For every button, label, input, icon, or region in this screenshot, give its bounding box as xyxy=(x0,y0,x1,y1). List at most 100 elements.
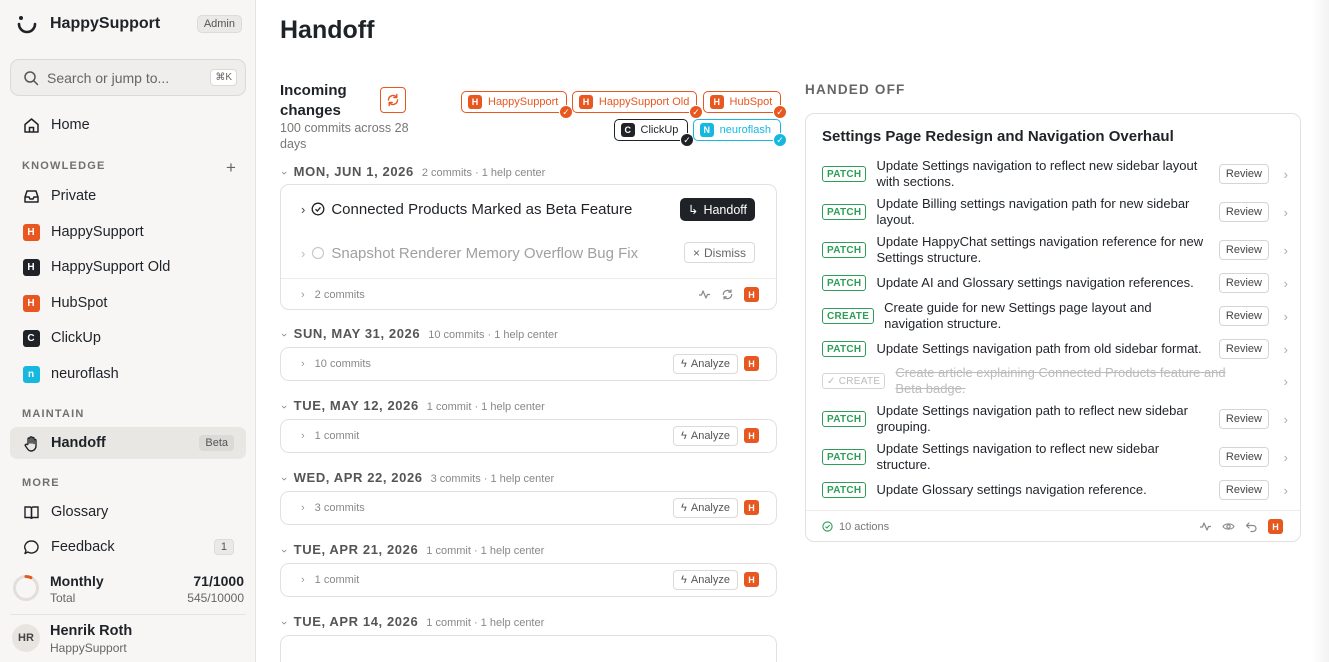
chevron-right-icon[interactable]: › xyxy=(301,502,305,514)
panel-edge-shadow xyxy=(1311,0,1329,662)
chevron-down-icon: › xyxy=(277,171,290,175)
card-footer[interactable]: › 2 commits H xyxy=(281,278,776,310)
day-header[interactable]: › WED, APR 22, 2026 3 commits · 1 help c… xyxy=(278,470,554,485)
usage-progress-ring xyxy=(13,575,39,601)
analyze-button[interactable]: ϟ Analyze xyxy=(673,426,738,446)
bolt-icon: ϟ xyxy=(681,574,687,586)
review-button[interactable]: Review xyxy=(1218,202,1269,222)
chevron-right-icon[interactable]: › xyxy=(1284,483,1288,498)
review-button[interactable]: Review xyxy=(1218,273,1269,293)
commit-summary-row[interactable]: › 10 commits ϟ Analyze H xyxy=(281,348,776,380)
chevron-right-icon[interactable]: › xyxy=(301,430,305,442)
action-row[interactable]: PATCH Update Settings navigation to refl… xyxy=(822,441,1292,473)
action-row[interactable]: PATCH Update Billing settings navigation… xyxy=(822,196,1292,228)
handed-off-title: Settings Page Redesign and Navigation Ov… xyxy=(822,128,1174,145)
action-text: Create article explaining Connected Prod… xyxy=(895,365,1226,396)
search-icon xyxy=(24,70,39,85)
sidebar-item-happysupport-old[interactable]: H HappySupport Old xyxy=(10,251,246,283)
day-header[interactable]: › TUE, APR 21, 2026 1 commit · 1 help ce… xyxy=(278,542,544,557)
search-box[interactable]: ⌘K xyxy=(10,59,246,96)
review-button[interactable]: Review xyxy=(1218,409,1269,429)
commit-summary-row[interactable]: › 3 commits ϟ Analyze H xyxy=(281,492,776,524)
commit-summary-row[interactable]: › 1 commit ϟ Analyze H xyxy=(281,564,776,596)
refresh-button[interactable] xyxy=(380,87,406,113)
chevron-right-icon[interactable]: › xyxy=(301,574,305,586)
activity-icon[interactable] xyxy=(698,288,711,301)
chevron-right-icon[interactable]: › xyxy=(301,289,305,301)
action-row[interactable]: CREATE Create guide for new Settings pag… xyxy=(822,300,1292,332)
chevron-right-icon[interactable]: › xyxy=(1284,412,1288,427)
analyze-button[interactable]: ϟ Analyze xyxy=(673,354,738,374)
chevron-right-icon[interactable]: › xyxy=(1284,374,1288,389)
source-filter-hubspot[interactable]: H HubSpot ✓ xyxy=(703,91,787,119)
review-button[interactable]: Review xyxy=(1218,480,1269,500)
action-text: Update Settings navigation to reflect ne… xyxy=(876,158,1198,189)
chevron-right-icon[interactable]: › xyxy=(301,202,305,217)
action-tag: ✓ CREATE xyxy=(822,373,886,389)
chevron-right-icon[interactable]: › xyxy=(1284,243,1288,258)
action-row[interactable]: PATCH Update Settings navigation path to… xyxy=(822,403,1292,435)
review-button[interactable]: Review xyxy=(1218,164,1269,184)
source-filter-label: neuroflash xyxy=(719,124,771,136)
user-profile[interactable]: HR Henrik Roth HappySupport xyxy=(10,614,246,658)
activity-icon[interactable] xyxy=(1199,520,1212,533)
sidebar-item-feedback[interactable]: Feedback 1 xyxy=(10,531,246,563)
action-row[interactable]: PATCH Update Settings navigation path fr… xyxy=(822,338,1292,360)
chevron-right-icon[interactable]: › xyxy=(1284,167,1288,182)
chevron-right-icon[interactable]: › xyxy=(1284,342,1288,357)
commit-summary-row[interactable]: › 1 commit ϟ Analyze H xyxy=(281,420,776,452)
sidebar-item-handoff[interactable]: Handoff Beta xyxy=(10,427,246,459)
chevron-right-icon[interactable]: › xyxy=(1284,205,1288,220)
day-header[interactable]: › TUE, APR 14, 2026 1 commit · 1 help ce… xyxy=(278,614,544,629)
chevron-right-icon[interactable]: › xyxy=(301,358,305,370)
commit-row[interactable]: › Connected Products Marked as Beta Feat… xyxy=(281,189,776,229)
refresh-icon[interactable] xyxy=(721,288,734,301)
day-header[interactable]: › SUN, MAY 31, 2026 10 commits · 1 help … xyxy=(278,326,558,341)
sidebar-item-neuroflash[interactable]: n neuroflash xyxy=(10,358,246,390)
sidebar-item-private[interactable]: Private xyxy=(10,180,246,212)
commit-row[interactable]: › Snapshot Renderer Memory Overflow Bug … xyxy=(281,233,776,273)
analyze-button[interactable]: ϟ Analyze xyxy=(673,570,738,590)
avatar: HR xyxy=(12,624,40,652)
day-card: › 1 commit ϟ Analyze H xyxy=(280,563,777,597)
sidebar-item-hubspot[interactable]: H HubSpot xyxy=(10,287,246,319)
handed-off-footer-icons: H xyxy=(1199,519,1283,534)
usage-meter[interactable]: Monthly Total 71/1000 545/10000 xyxy=(12,572,244,606)
analyze-button-label: Analyze xyxy=(690,358,730,370)
handed-off-footer: 10 actions H xyxy=(806,510,1300,542)
action-row[interactable]: PATCH Update AI and Glossary settings na… xyxy=(822,272,1292,294)
analyze-button[interactable]: ϟ Analyze xyxy=(673,498,738,518)
sidebar-item-happysupport[interactable]: H HappySupport xyxy=(10,216,246,248)
source-filter-happysupport-old[interactable]: H HappySupport Old ✓ xyxy=(572,91,703,119)
review-button[interactable]: Review xyxy=(1218,447,1269,467)
search-input[interactable] xyxy=(47,69,197,86)
dismiss-button[interactable]: × Dismiss xyxy=(683,242,755,263)
chevron-down-icon: › xyxy=(277,477,290,481)
source-filter-clickup[interactable]: C ClickUp ✓ xyxy=(614,119,694,147)
chevron-right-icon[interactable]: › xyxy=(1284,450,1288,465)
undo-icon[interactable] xyxy=(1245,520,1258,533)
sidebar-item-home[interactable]: Home xyxy=(10,109,246,141)
action-row[interactable]: PATCH Update HappyChat settings navigati… xyxy=(822,234,1292,266)
analyze-button-label: Analyze xyxy=(690,574,730,586)
chevron-right-icon[interactable]: › xyxy=(1284,276,1288,291)
chevron-right-icon[interactable]: › xyxy=(1284,309,1288,324)
handoff-button[interactable]: ↳ Handoff xyxy=(679,198,755,221)
day-header[interactable]: › MON, JUN 1, 2026 2 commits · 1 help ce… xyxy=(278,164,545,179)
source-filter-neuroflash[interactable]: N neuroflash ✓ xyxy=(693,119,787,147)
brand[interactable]: HappySupport Admin xyxy=(16,12,242,36)
source-filter-happysupport[interactable]: H HappySupport ✓ xyxy=(461,91,573,119)
action-row-completed[interactable]: ✓ CREATE Create article explaining Conne… xyxy=(822,365,1292,397)
review-button[interactable]: Review xyxy=(1218,339,1269,359)
review-button[interactable]: Review xyxy=(1218,240,1269,260)
eye-icon[interactable] xyxy=(1222,520,1235,533)
sidebar-item-clickup[interactable]: C ClickUp xyxy=(10,322,246,354)
action-row[interactable]: PATCH Update Settings navigation to refl… xyxy=(822,158,1292,190)
add-knowledge-icon[interactable]: + xyxy=(226,158,236,178)
review-button[interactable]: Review xyxy=(1218,306,1269,326)
day-header[interactable]: › TUE, MAY 12, 2026 1 commit · 1 help ce… xyxy=(278,398,545,413)
sidebar-item-glossary[interactable]: Glossary xyxy=(10,496,246,528)
action-tag: PATCH xyxy=(822,411,867,427)
chevron-right-icon[interactable]: › xyxy=(301,246,305,261)
action-row[interactable]: PATCH Update Glossary settings navigatio… xyxy=(822,479,1292,501)
